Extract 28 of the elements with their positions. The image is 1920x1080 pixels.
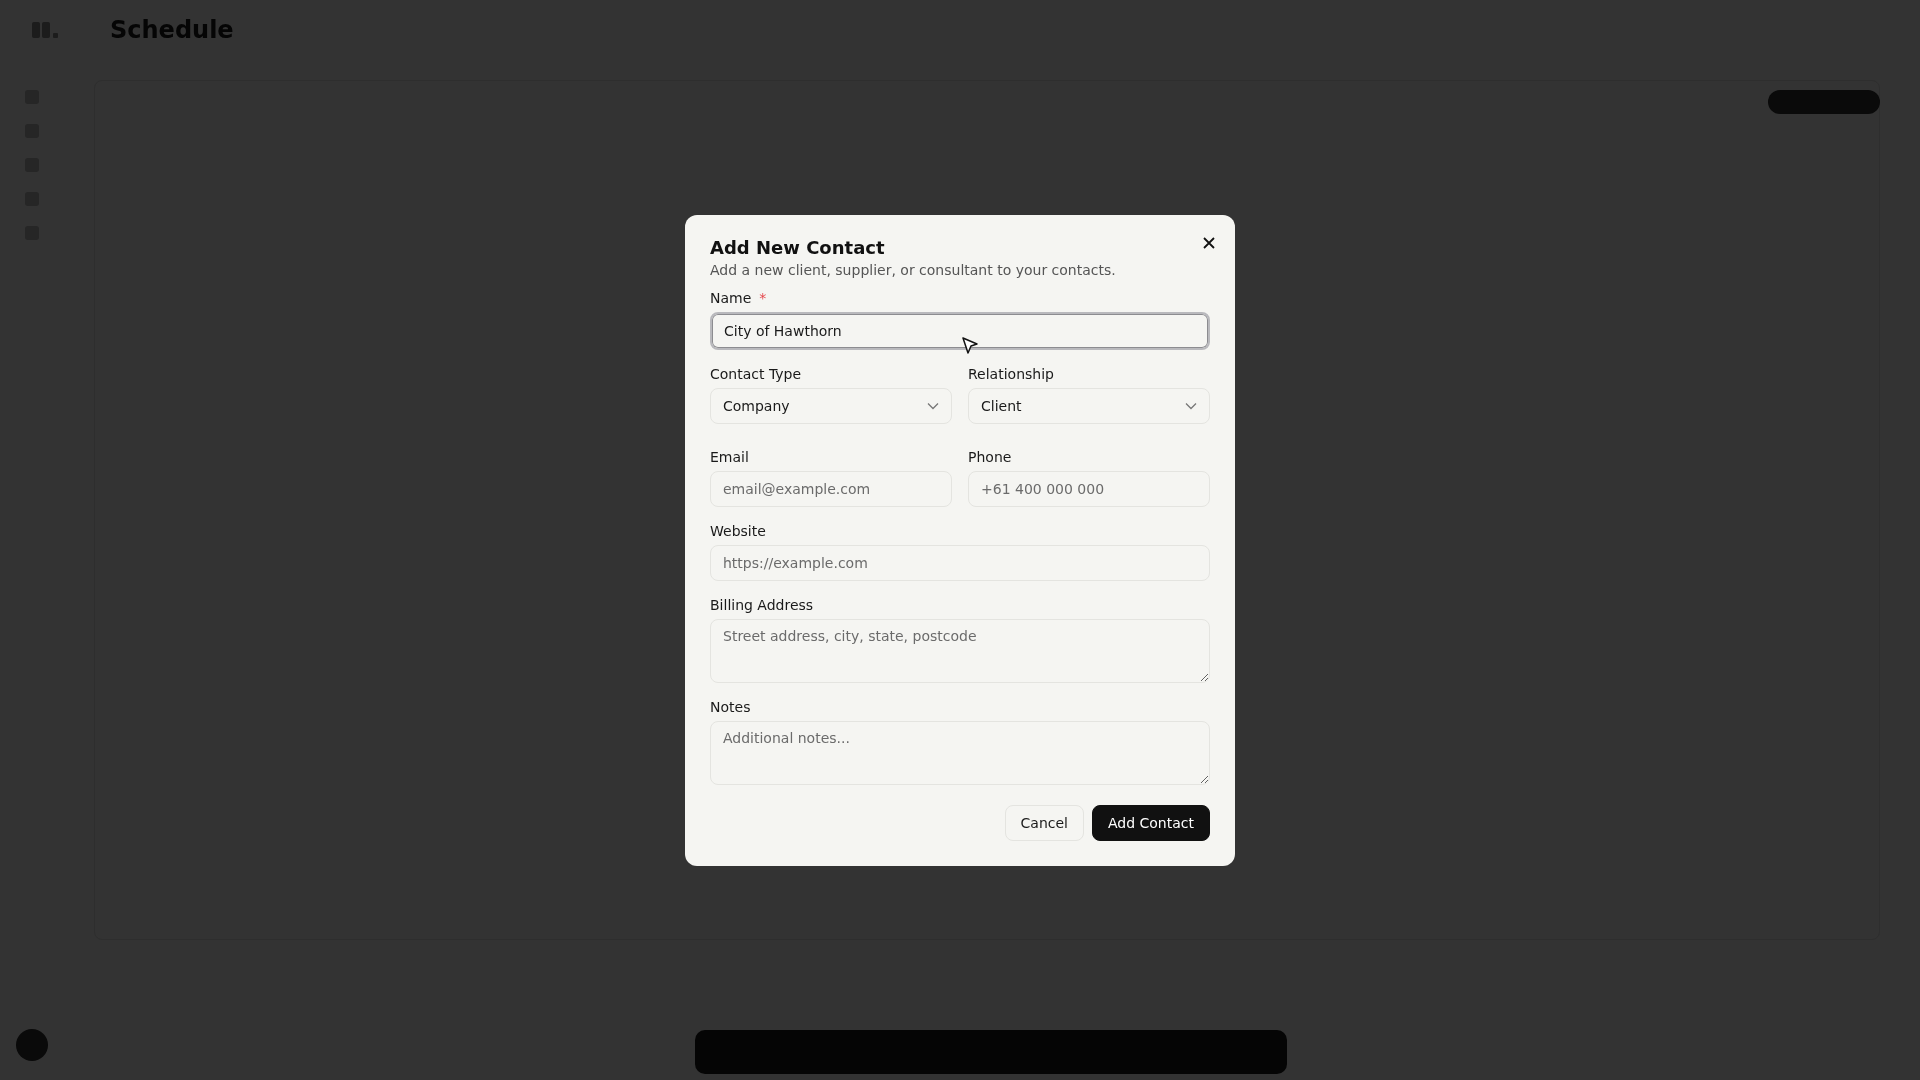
cancel-button[interactable]: Cancel xyxy=(1004,804,1084,841)
dialog-description: Add a new client, supplier, or consultant to your contacts. xyxy=(710,261,1117,278)
input-field[interactable]: https://example.com xyxy=(710,544,1210,581)
close-button[interactable] xyxy=(1201,234,1217,251)
field-label: Website xyxy=(710,522,766,539)
textarea-field[interactable]: Street address, city, state, postcode xyxy=(710,618,1210,683)
select-field[interactable]: Client xyxy=(968,387,1210,424)
input-field[interactable]: City of Hawthorn xyxy=(710,311,1210,350)
chevron-down-icon xyxy=(927,401,939,410)
dialog-title: Add New Contact xyxy=(710,236,885,258)
field-label: Phone xyxy=(968,448,1012,465)
add-contact-button[interactable]: Add Contact xyxy=(1091,804,1210,841)
field-label: Relationship xyxy=(968,365,1054,382)
field-label: Contact Type xyxy=(710,365,802,382)
field-label: Email xyxy=(710,448,749,465)
field-label: Billing Address xyxy=(710,596,814,613)
close-icon xyxy=(1203,236,1215,249)
input-field[interactable]: email@example.com xyxy=(710,470,952,507)
chevron-down-icon xyxy=(1185,401,1197,410)
avatar[interactable] xyxy=(16,1029,48,1061)
field-label: Notes xyxy=(710,698,751,715)
input-field[interactable]: +61 400 000 000 xyxy=(968,470,1210,507)
mouse-pointer-icon xyxy=(962,337,978,355)
field-label: Name xyxy=(710,289,752,306)
view-switcher[interactable] xyxy=(1768,90,1880,114)
required-mark: * xyxy=(759,289,767,306)
textarea-field[interactable]: Additional notes... xyxy=(710,720,1210,785)
select-field[interactable]: Company xyxy=(710,387,952,424)
